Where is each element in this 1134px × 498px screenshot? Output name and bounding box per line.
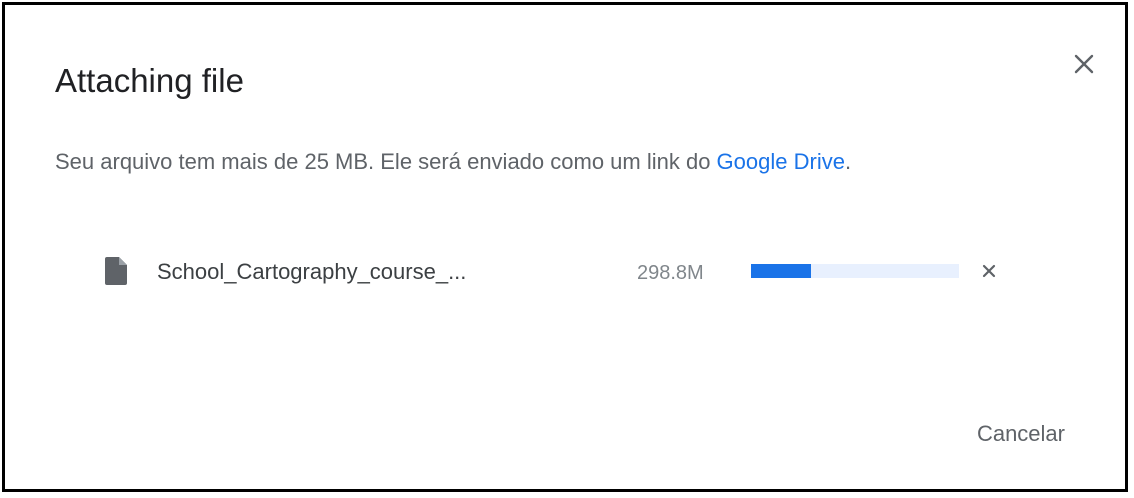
file-icon (105, 257, 127, 285)
upload-progress-fill (751, 264, 812, 278)
message-text: Seu arquivo tem mais de 25 MB. Ele será … (55, 149, 717, 174)
close-button[interactable] (1069, 49, 1099, 79)
attaching-file-dialog: Attaching file Seu arquivo tem mais de 2… (2, 2, 1128, 492)
file-row: School_Cartography_course_... 298.8M (105, 253, 1025, 293)
remove-icon (982, 264, 996, 278)
file-size: 298.8M (637, 262, 704, 284)
dialog-message: Seu arquivo tem mais de 25 MB. Ele será … (55, 147, 851, 177)
upload-progress-bar (751, 264, 959, 278)
close-icon (1074, 54, 1094, 74)
google-drive-link[interactable]: Google Drive (717, 149, 845, 174)
dialog-title: Attaching file (55, 62, 244, 99)
remove-file-button[interactable] (981, 263, 997, 279)
file-name: School_Cartography_course_... (157, 259, 467, 284)
cancel-button[interactable]: Cancelar (977, 419, 1065, 449)
message-suffix: . (844, 149, 852, 174)
